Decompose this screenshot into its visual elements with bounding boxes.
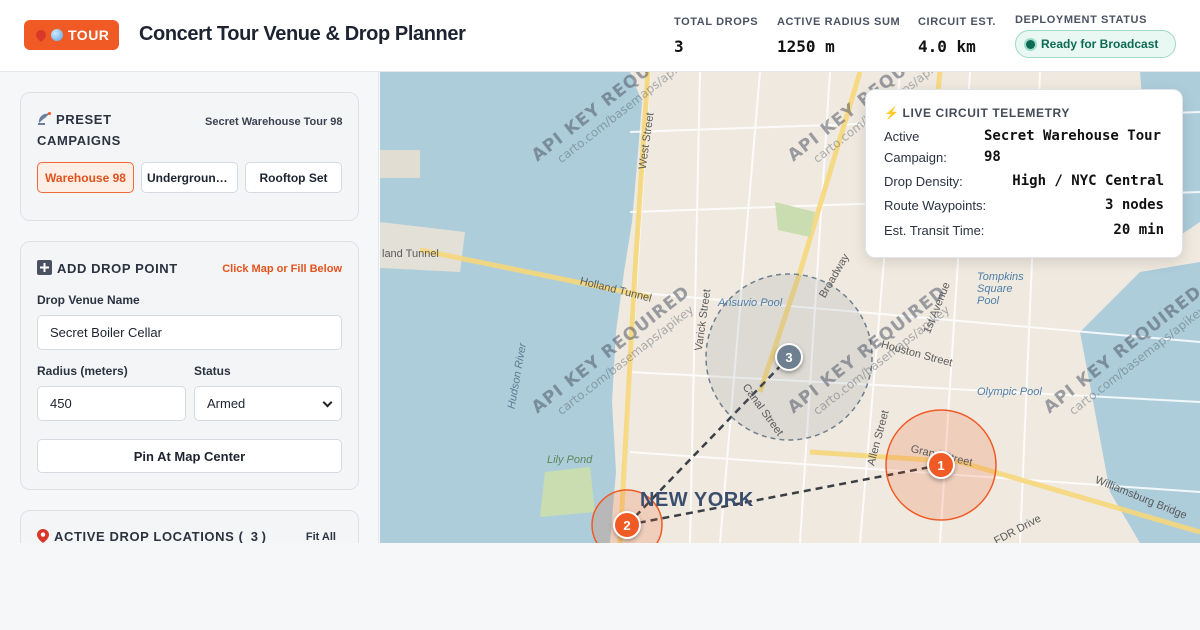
telemetry-key: Active Campaign:	[884, 129, 947, 165]
radius-label: Radius (meters)	[37, 364, 128, 378]
app-header: TOUR Concert Tour Venue & Drop Planner T…	[0, 0, 1200, 72]
stat-label: DEPLOYMENT STATUS	[1015, 14, 1148, 26]
lightning-icon: ⚡	[884, 106, 900, 120]
page-title: Concert Tour Venue & Drop Planner	[139, 23, 466, 45]
status-select[interactable]: Armed	[194, 386, 342, 421]
stat-active-radius-sum: ACTIVE RADIUS SUM 1250 m	[777, 16, 900, 56]
venue-name-value: Secret Boiler Cellar	[50, 325, 162, 340]
telemetry-key: Est. Transit Time:	[884, 223, 985, 238]
current-campaign: Secret Warehouse Tour 98	[205, 116, 343, 128]
page-footer-area	[0, 543, 1200, 630]
satellite-dish-icon	[38, 112, 51, 125]
preset-campaigns-title: PRESET CAMPAIGNS	[37, 109, 187, 151]
telemetry-key: Route Waypoints:	[884, 198, 987, 213]
telemetry-value: 3 nodes	[1104, 197, 1164, 213]
preset-button-label: Rooftop Set	[259, 170, 328, 185]
deployment-status: DEPLOYMENT STATUS	[1015, 14, 1147, 26]
map-pin-icon	[33, 27, 49, 43]
map-label-lily-pond: Lily Pond	[547, 454, 593, 466]
preset-button-label: Underground...	[147, 170, 232, 185]
add-drop-point-label: ADD DROP POINT	[57, 261, 178, 276]
plus-icon	[37, 260, 52, 275]
brand-label: TOUR	[68, 27, 110, 43]
telemetry-row-transit: Est. Transit Time: 20 min	[884, 220, 1164, 242]
status-badge: Ready for Broadcast	[1015, 30, 1176, 58]
preset-campaigns-card: PRESET CAMPAIGNS Secret Warehouse Tour 9…	[20, 92, 359, 221]
active-drop-locations-label: ACTIVE DROP LOCATIONS (	[54, 529, 244, 543]
globe-icon	[51, 29, 63, 41]
sidebar: PRESET CAMPAIGNS Secret Warehouse Tour 9…	[0, 72, 379, 543]
stat-label: CIRCUIT EST.	[918, 16, 997, 28]
drop-marker[interactable]: 3	[775, 343, 803, 371]
pin-at-map-center-button[interactable]: Pin At Map Center	[37, 439, 342, 473]
active-drop-count: 3	[250, 529, 259, 543]
venue-name-input[interactable]: Secret Boiler Cellar	[37, 315, 342, 350]
stat-value: 3	[674, 37, 684, 56]
preset-button-underground[interactable]: Underground...	[141, 162, 238, 193]
live-circuit-telemetry-panel: ⚡ LIVE CIRCUIT TELEMETRY Active Campaign:…	[865, 89, 1183, 258]
drop-marker[interactable]: 2	[613, 511, 641, 539]
map-label-tompkins-square: Tompkins Square Pool	[977, 271, 1024, 307]
radius-value: 450	[50, 396, 72, 411]
preset-button-label: Warehouse 98	[45, 170, 126, 185]
add-drop-point-title: ADD DROP POINT	[37, 260, 178, 276]
stat-value: 1250 m	[777, 37, 835, 56]
status-dot-icon	[1026, 39, 1035, 49]
status-select-value: Armed	[207, 396, 246, 411]
venue-name-label: Drop Venue Name	[37, 293, 140, 307]
drop-marker[interactable]: 1	[927, 451, 955, 479]
chevron-down-icon	[322, 397, 333, 408]
telemetry-row-waypoints: Route Waypoints: 3 nodes	[884, 195, 1164, 217]
stat-total-drops: TOTAL DROPS 3	[674, 16, 758, 56]
map-city-label: NEW YORK	[640, 489, 754, 511]
telemetry-value: Secret Warehouse Tour 98	[984, 128, 1162, 165]
add-drop-point-card: ADD DROP POINT Click Map or Fill Below D…	[20, 241, 359, 490]
stat-value: 4.0 km	[918, 37, 976, 56]
radius-input[interactable]: 450	[37, 386, 186, 421]
preset-button-warehouse[interactable]: Warehouse 98	[37, 162, 134, 193]
map-label-ansuvio-pool: Ansuvio Pool	[718, 297, 783, 309]
map-label-land-tunnel: land Tunnel	[382, 248, 439, 260]
stat-circuit-est: CIRCUIT EST. 4.0 km	[918, 16, 996, 56]
stat-label: ACTIVE RADIUS SUM	[777, 16, 901, 28]
brand-badge[interactable]: TOUR	[24, 20, 120, 50]
telemetry-row-density: Drop Density: High / NYC Central	[884, 171, 1164, 193]
map-pin-icon	[37, 529, 49, 543]
preset-button-rooftop[interactable]: Rooftop Set	[245, 162, 342, 193]
status-label: Status	[194, 364, 231, 378]
telemetry-value: 20 min	[1113, 222, 1164, 238]
active-drop-locations-title: ACTIVE DROP LOCATIONS ( 3)	[37, 529, 267, 543]
status-text: Ready for Broadcast	[1041, 37, 1159, 51]
fit-all-button[interactable]: Fit All	[306, 531, 336, 543]
telemetry-title: ⚡ LIVE CIRCUIT TELEMETRY	[884, 106, 1070, 120]
map-label-olympic-pool: Olympic Pool	[977, 386, 1042, 398]
map-click-hint: Click Map or Fill Below	[222, 263, 342, 275]
telemetry-key: Drop Density:	[884, 174, 963, 189]
telemetry-value: High / NYC Central	[1012, 173, 1164, 189]
telemetry-row-campaign: Active Campaign: Secret Warehouse Tour 9…	[884, 126, 1164, 170]
active-drop-locations-card: ACTIVE DROP LOCATIONS ( 3) Fit All	[20, 510, 359, 543]
telemetry-title-label: LIVE CIRCUIT TELEMETRY	[902, 106, 1070, 120]
stat-label: TOTAL DROPS	[674, 16, 759, 28]
active-drop-locations-suffix: )	[261, 529, 267, 543]
